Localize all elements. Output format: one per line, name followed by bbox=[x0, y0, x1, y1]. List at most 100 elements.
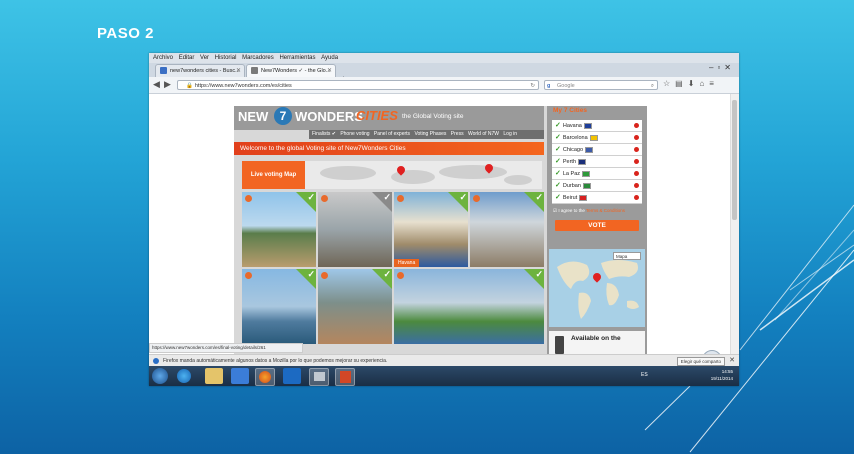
live-voting-map[interactable]: Live voting Map bbox=[242, 161, 542, 189]
address-bar[interactable]: 🔒 https://www.new7wonders.com/es/cities ↻ bbox=[177, 80, 539, 90]
internet-explorer-icon[interactable] bbox=[177, 369, 191, 383]
remove-icon[interactable] bbox=[634, 159, 639, 164]
site-logo[interactable]: NEW 7 WONDERS CITIES the Global Voting s… bbox=[234, 106, 544, 130]
info-icon[interactable] bbox=[245, 272, 252, 279]
menu-editar[interactable]: Editar bbox=[179, 55, 195, 61]
list-item[interactable]: ✓ Perth bbox=[552, 156, 642, 168]
terms-agreement[interactable]: ☑ I agree to the Terms & Conditions bbox=[553, 208, 625, 214]
outlook-icon[interactable] bbox=[283, 368, 301, 384]
my-7-cities-title: My 7 Cities bbox=[553, 107, 587, 114]
tab-new7wonders[interactable]: New7Wonders ✓ - the Glo... ✕ bbox=[246, 64, 336, 78]
remove-icon[interactable] bbox=[634, 195, 639, 200]
terms-link[interactable]: Terms & Conditions bbox=[586, 208, 625, 213]
back-arrow-icon[interactable]: ◀ bbox=[153, 79, 160, 90]
menu-icon[interactable]: ≡ bbox=[709, 79, 719, 88]
info-icon[interactable] bbox=[397, 195, 404, 202]
info-icon[interactable] bbox=[397, 272, 404, 279]
window-controls[interactable]: –▫✕ bbox=[709, 63, 735, 72]
close-tab-icon[interactable]: ✕ bbox=[236, 65, 241, 77]
file-explorer-icon[interactable] bbox=[205, 368, 223, 384]
remove-icon[interactable] bbox=[634, 123, 639, 128]
reload-icon[interactable]: ↻ bbox=[530, 81, 535, 91]
city-tile[interactable]: ✓ bbox=[470, 192, 544, 267]
tab-search[interactable]: new7wonders cities - Busc... ✕ bbox=[155, 64, 245, 78]
bookmark-star-icon[interactable]: ☆ bbox=[663, 79, 675, 88]
menu-historial[interactable]: Historial bbox=[215, 55, 237, 61]
city-tile[interactable]: ✓ Havana bbox=[394, 192, 468, 267]
info-icon[interactable] bbox=[473, 195, 480, 202]
close-tab-icon[interactable]: ✕ bbox=[327, 65, 332, 77]
list-item[interactable]: ✓ Havana bbox=[552, 120, 642, 132]
nav-login[interactable]: Log in bbox=[503, 131, 517, 137]
menu-herramientas[interactable]: Herramientas bbox=[279, 55, 315, 61]
menu-bar: Archivo Editar Ver Historial Marcadores … bbox=[149, 53, 739, 63]
tab-label: new7wonders cities - Busc... bbox=[170, 68, 240, 74]
menu-archivo[interactable]: Archivo bbox=[153, 55, 173, 61]
search-placeholder: Google bbox=[557, 83, 575, 89]
media-player-icon[interactable] bbox=[231, 368, 249, 384]
system-clock[interactable]: 14:55 19/11/2014 bbox=[711, 368, 733, 382]
flag-icon bbox=[579, 194, 588, 201]
check-icon: ✓ bbox=[555, 182, 561, 189]
list-item[interactable]: ✓ Durban bbox=[552, 180, 642, 192]
search-icon[interactable]: ⌕ bbox=[651, 81, 654, 91]
nav-phone-voting[interactable]: Phone voting bbox=[340, 131, 369, 137]
browser-window: Archivo Editar Ver Historial Marcadores … bbox=[149, 53, 739, 386]
phone-icon bbox=[555, 336, 564, 354]
city-tile[interactable]: ✓ bbox=[242, 269, 316, 344]
nav-finalists[interactable]: Finalists ✔ bbox=[312, 131, 336, 137]
site-nav: Finalists ✔ Phone voting Panel of expert… bbox=[309, 130, 544, 139]
powerpoint-icon[interactable] bbox=[335, 368, 355, 386]
city-tile[interactable]: ✓ bbox=[318, 269, 392, 344]
world-map-image bbox=[557, 260, 639, 319]
nav-world[interactable]: World of N7W bbox=[468, 131, 499, 137]
check-icon: ✓ bbox=[555, 194, 561, 201]
menu-ver[interactable]: Ver bbox=[200, 55, 209, 61]
language-indicator[interactable]: ES bbox=[641, 372, 648, 378]
remove-icon[interactable] bbox=[634, 171, 639, 176]
city-tile[interactable]: ✓ bbox=[318, 192, 392, 267]
nav-voting-phases[interactable]: Voting Phases bbox=[414, 131, 446, 137]
menu-marcadores[interactable]: Marcadores bbox=[242, 55, 274, 61]
remove-icon[interactable] bbox=[634, 183, 639, 188]
check-icon: ✓ bbox=[555, 158, 561, 165]
google-map[interactable]: Mapa bbox=[549, 249, 645, 327]
flag-icon bbox=[582, 170, 590, 177]
search-box[interactable]: g Google ⌕ bbox=[544, 80, 658, 90]
info-icon[interactable] bbox=[321, 272, 328, 279]
city-caption: Havana bbox=[394, 259, 420, 267]
remove-icon[interactable] bbox=[634, 147, 639, 152]
checkbox-icon[interactable]: ☑ bbox=[553, 208, 557, 213]
nav-panel-experts[interactable]: Panel of experts bbox=[374, 131, 410, 137]
photo-viewer-icon[interactable] bbox=[309, 368, 329, 386]
home-icon[interactable]: ⌂ bbox=[699, 79, 709, 88]
city-tile[interactable]: ✓ bbox=[242, 192, 316, 267]
selected-cities-list: ✓ Havana ✓ Barcelona ✓ Chicago ✓ Perth ✓ La P… bbox=[552, 120, 642, 204]
live-voting-map-label: Live voting Map bbox=[242, 161, 305, 189]
url-text: https://www.new7wonders.com/es/cities bbox=[194, 83, 292, 89]
info-icon[interactable] bbox=[245, 195, 252, 202]
city-photo-grid: ✓ ✓ ✓ Havana ✓ ✓ ✓ ✓ bbox=[242, 192, 544, 354]
nav-press[interactable]: Press bbox=[451, 131, 464, 137]
app-store-banner[interactable]: Available on the bbox=[549, 331, 645, 354]
start-button-icon[interactable] bbox=[152, 368, 168, 384]
list-item[interactable]: ✓ Beirut bbox=[552, 192, 642, 204]
check-icon: ✓ bbox=[555, 170, 561, 177]
firefox-icon[interactable] bbox=[255, 368, 275, 386]
vote-button[interactable]: VOTE bbox=[555, 220, 639, 231]
forward-arrow-icon[interactable]: ▶ bbox=[164, 79, 171, 90]
scrollbar-thumb[interactable] bbox=[732, 100, 737, 220]
menu-ayuda[interactable]: Ayuda bbox=[321, 55, 338, 61]
list-item[interactable]: ✓ Chicago bbox=[552, 144, 642, 156]
download-icon[interactable]: ⬇ bbox=[688, 79, 700, 88]
list-item[interactable]: ✓ Barcelona bbox=[552, 132, 642, 144]
choose-share-button[interactable]: Elegir qué comparto bbox=[676, 357, 725, 366]
remove-icon[interactable] bbox=[634, 135, 639, 140]
info-icon[interactable] bbox=[321, 195, 328, 202]
map-type-select[interactable]: Mapa bbox=[613, 252, 641, 260]
reading-list-icon[interactable]: ▤ bbox=[675, 79, 688, 88]
vertical-scrollbar[interactable] bbox=[730, 94, 739, 354]
seven-logo-icon: 7 bbox=[274, 107, 292, 125]
city-tile[interactable]: ✓ bbox=[394, 269, 544, 344]
list-item[interactable]: ✓ La Paz bbox=[552, 168, 642, 180]
